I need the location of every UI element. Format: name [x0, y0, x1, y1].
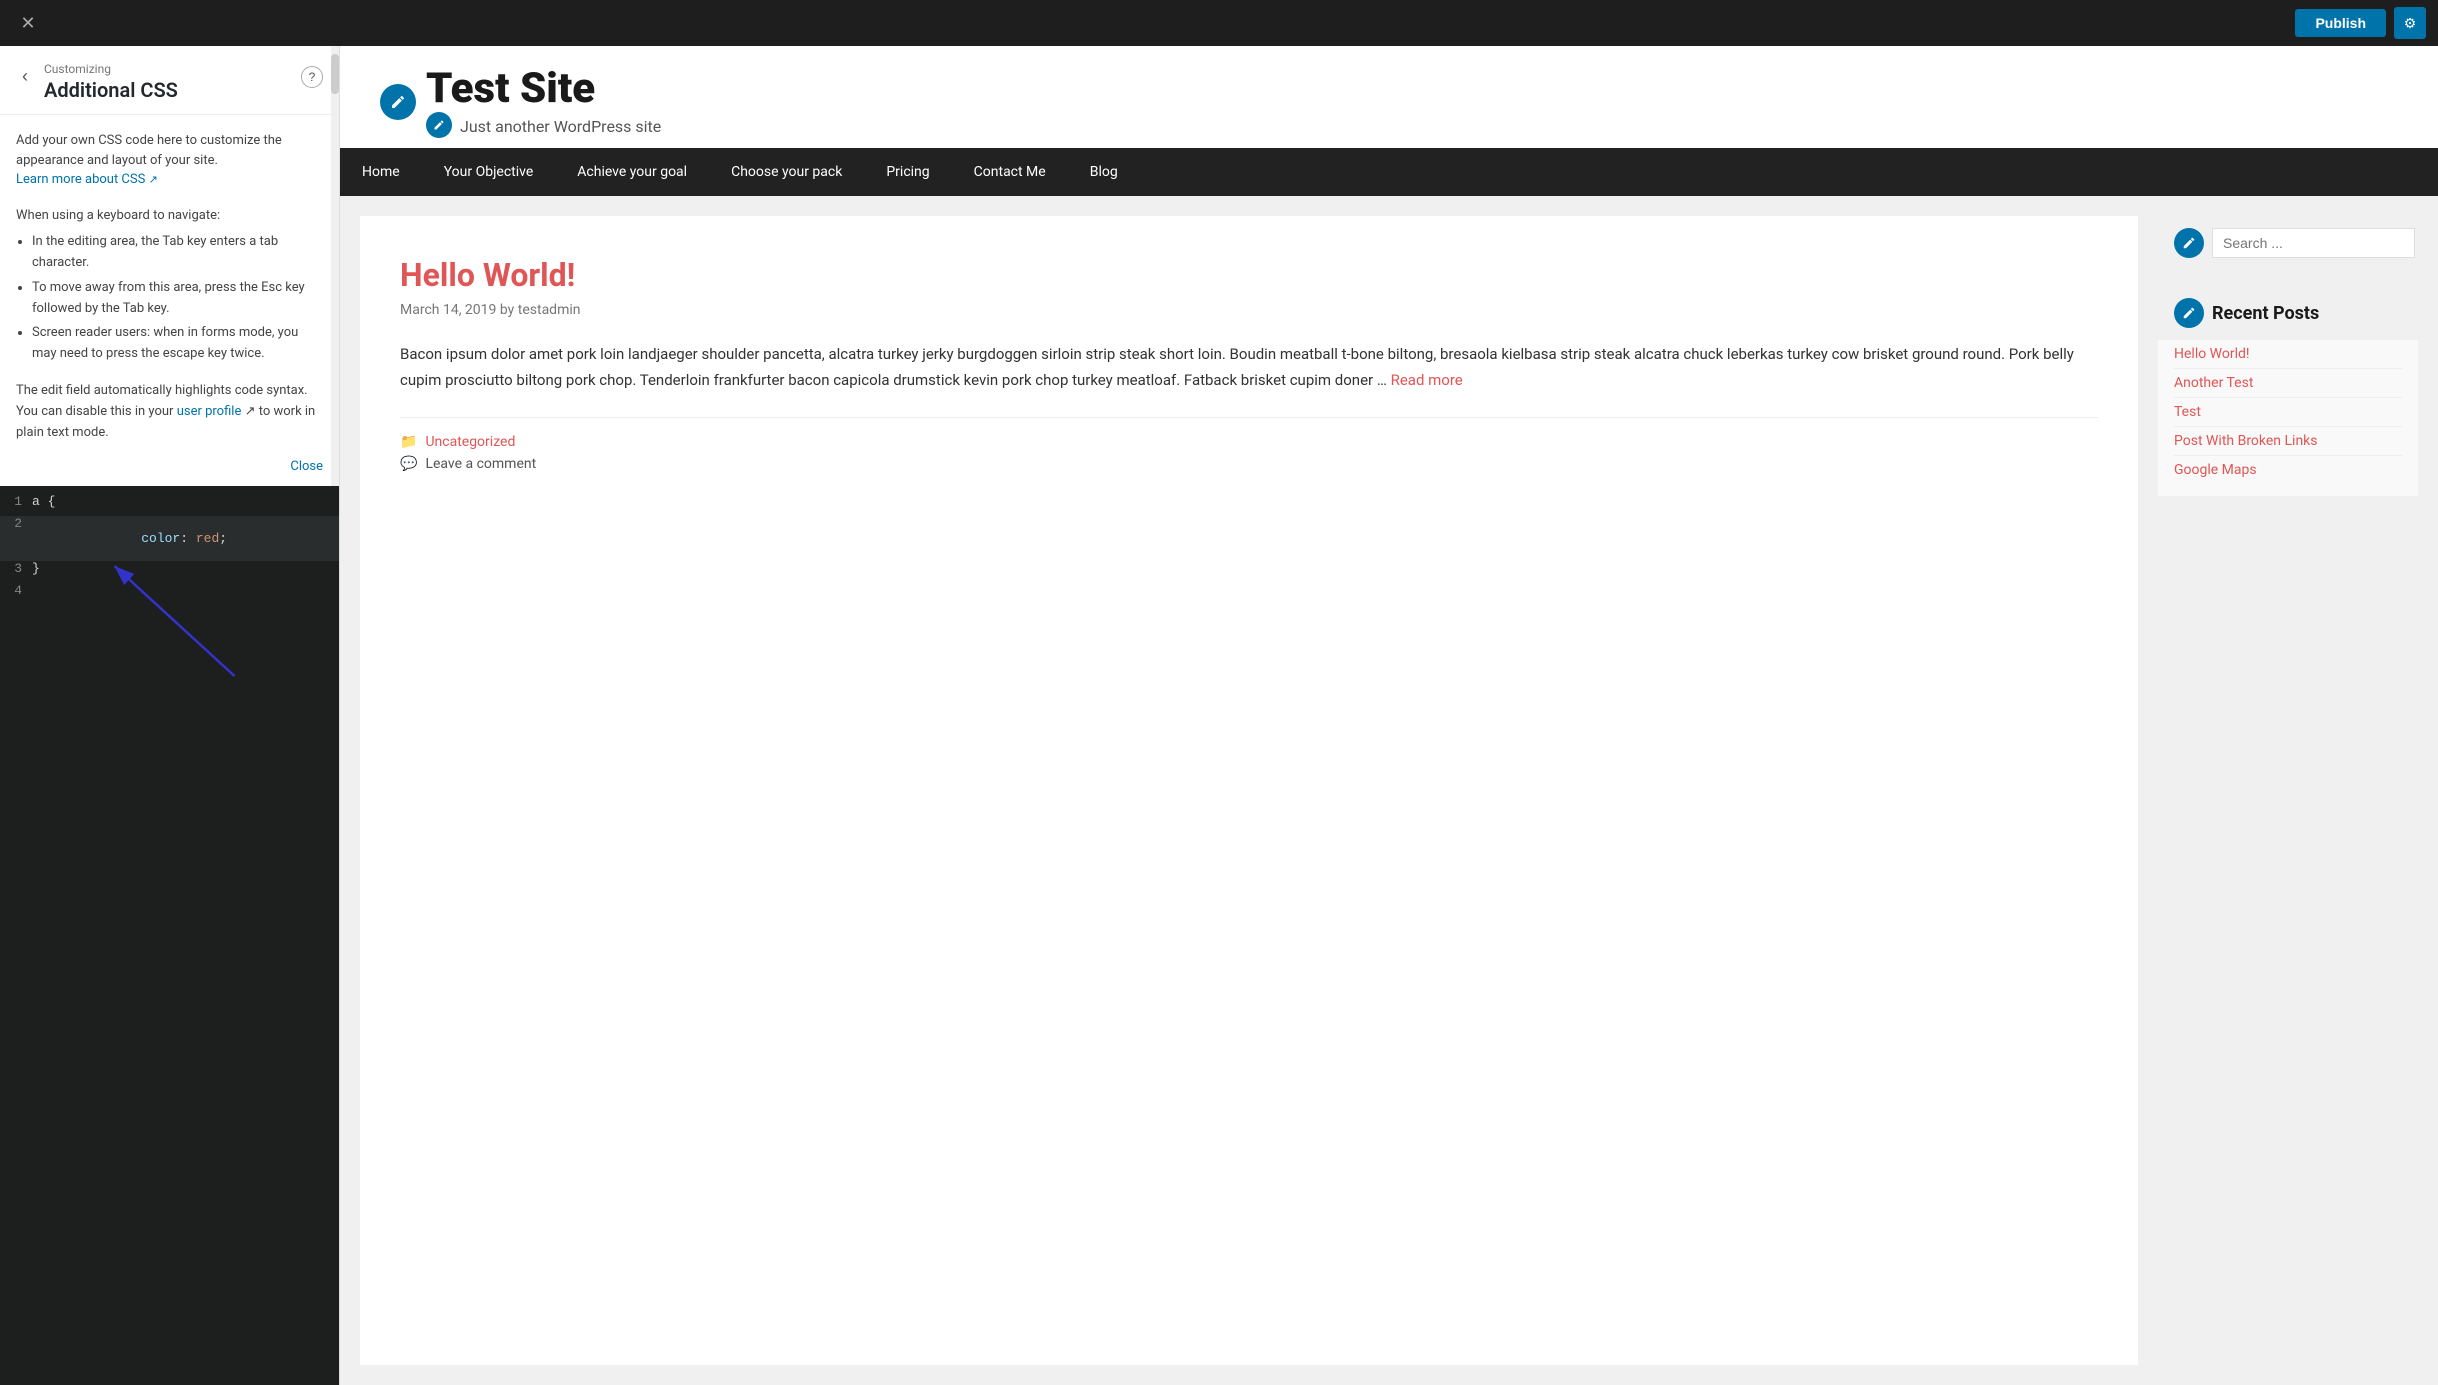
widget-area: Recent Posts Hello World! Another Test T… — [2158, 216, 2418, 1365]
post-category-row: 📁 Uncategorized — [400, 434, 2098, 450]
recent-posts-title: Recent Posts — [2212, 303, 2319, 324]
code-line-1: 1 a { — [0, 494, 339, 516]
learn-link-text: Learn more about CSS — [16, 172, 145, 187]
folder-icon: 📁 — [400, 434, 417, 450]
code-line-4: 4 — [0, 583, 339, 605]
search-widget-bar — [2158, 216, 2418, 270]
keyboard-info: When using a keyboard to navigate: In th… — [0, 206, 339, 382]
recent-posts-title-bar: Recent Posts — [2158, 286, 2418, 340]
post-comment-row: 💬 Leave a comment — [400, 456, 2098, 472]
arrow-icon: ↗ — [245, 404, 256, 419]
line-number-3: 3 — [0, 561, 32, 576]
line-content-2: color: red; — [32, 516, 237, 561]
description-text: Add your own CSS code here to customize … — [16, 133, 282, 168]
site-tagline: Just another WordPress site — [460, 117, 661, 136]
code-lines: 1 a { 2 color: red; 3 } 4 — [0, 486, 339, 613]
pencil-svg-small — [433, 119, 445, 131]
site-name: Test Site — [426, 66, 661, 112]
leave-comment-link[interactable]: Leave a comment — [425, 456, 536, 472]
line-number-4: 4 — [0, 583, 32, 598]
site-title-block: Test Site Just another WordPress site — [426, 66, 661, 138]
customizing-label: Customizing — [44, 62, 291, 76]
learn-css-link[interactable]: Learn more about CSS ↗ — [16, 172, 158, 187]
pencil-svg-recent — [2182, 306, 2196, 320]
line-content-3: } — [32, 561, 50, 576]
sidebar-description: Add your own CSS code here to customize … — [0, 115, 339, 206]
nav-item-achieve[interactable]: Achieve your goal — [555, 148, 709, 196]
line-number-2: 2 — [0, 516, 32, 531]
back-button[interactable]: ‹ — [16, 64, 34, 89]
code-line-3: 3 } — [0, 561, 339, 583]
recent-post-2[interactable]: Another Test — [2174, 369, 2402, 398]
site-nav: Home Your Objective Achieve your goal Ch… — [340, 148, 2438, 196]
extra-info: The edit field automatically highlights … — [0, 381, 339, 455]
css-code-editor[interactable]: 1 a { 2 color: red; 3 } 4 — [0, 486, 339, 1385]
recent-post-3[interactable]: Test — [2174, 398, 2402, 427]
nav-item-pricing[interactable]: Pricing — [864, 148, 951, 196]
post-excerpt-text: Bacon ipsum dolor amet pork loin landjae… — [400, 345, 2074, 389]
user-profile-label: user profile — [177, 404, 242, 419]
nav-item-home[interactable]: Home — [340, 148, 422, 196]
pencil-svg-search — [2182, 236, 2196, 250]
read-more-link[interactable]: Read more — [1391, 371, 1463, 389]
site-name-edit-icon[interactable] — [380, 84, 416, 120]
sidebar-title: Additional CSS — [44, 78, 291, 102]
post-excerpt: Bacon ipsum dolor amet pork loin landjae… — [400, 342, 2098, 393]
main-post-content: Hello World! March 14, 2019 by testadmin… — [360, 216, 2138, 1365]
tagline-edit-icon[interactable] — [426, 112, 452, 138]
comment-icon: 💬 — [400, 456, 417, 472]
search-input[interactable] — [2212, 228, 2415, 258]
sidebar: ‹ Customizing Additional CSS ? Add your … — [0, 46, 340, 1385]
help-button[interactable]: ? — [301, 66, 323, 88]
sidebar-title-block: Customizing Additional CSS — [44, 62, 291, 102]
site-header: Test Site Just another WordPress site — [340, 46, 2438, 148]
recent-posts-widget: Recent Posts Hello World! Another Test T… — [2158, 286, 2418, 496]
pencil-svg — [390, 94, 406, 110]
keyboard-title: When using a keyboard to navigate: — [16, 206, 323, 227]
close-link[interactable]: Close — [0, 455, 339, 486]
content-wrapper: Hello World! March 14, 2019 by testadmin… — [340, 196, 2438, 1385]
post-title: Hello World! — [400, 256, 2098, 294]
nav-item-objective[interactable]: Your Objective — [422, 148, 556, 196]
keyboard-tip-3: Screen reader users: when in forms mode,… — [32, 323, 323, 365]
close-button[interactable]: ✕ — [12, 7, 44, 39]
line-number-1: 1 — [0, 494, 32, 509]
keyboard-tips-list: In the editing area, the Tab key enters … — [16, 232, 323, 365]
nav-item-pack[interactable]: Choose your pack — [709, 148, 864, 196]
preview-area: Test Site Just another WordPress site Ho… — [340, 46, 2438, 1385]
publish-button[interactable]: Publish — [2295, 9, 2386, 37]
code-line-2: 2 color: red; — [0, 516, 339, 561]
post-footer: 📁 Uncategorized 💬 Leave a comment — [400, 417, 2098, 472]
user-profile-link[interactable]: user profile — [177, 404, 245, 419]
top-bar: ✕ Publish ⚙ — [0, 0, 2438, 46]
nav-item-blog[interactable]: Blog — [1068, 148, 1140, 196]
post-meta: March 14, 2019 by testadmin — [400, 302, 2098, 318]
recent-posts-edit-icon[interactable] — [2174, 298, 2204, 328]
sidebar-header: ‹ Customizing Additional CSS ? — [0, 46, 339, 115]
post-category-link[interactable]: Uncategorized — [425, 434, 515, 450]
main-layout: ‹ Customizing Additional CSS ? Add your … — [0, 46, 2438, 1385]
keyboard-tip-1: In the editing area, the Tab key enters … — [32, 232, 323, 274]
search-widget-edit-icon[interactable] — [2174, 228, 2204, 258]
recent-post-4[interactable]: Post With Broken Links — [2174, 427, 2402, 456]
keyboard-tip-2: To move away from this area, press the E… — [32, 278, 323, 320]
recent-post-5[interactable]: Google Maps — [2174, 456, 2402, 484]
recent-post-1[interactable]: Hello World! — [2174, 340, 2402, 369]
search-widget — [2158, 216, 2418, 270]
line-content-1: a { — [32, 494, 65, 509]
external-link-icon: ↗ — [149, 173, 158, 186]
nav-item-contact[interactable]: Contact Me — [952, 148, 1068, 196]
settings-button[interactable]: ⚙ — [2394, 7, 2426, 39]
recent-posts-list: Hello World! Another Test Test Post With… — [2158, 340, 2418, 496]
